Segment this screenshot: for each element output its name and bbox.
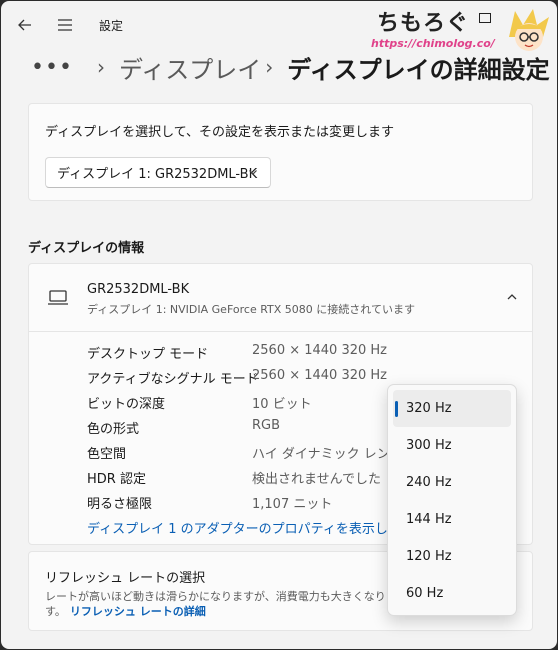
- refresh-option-300[interactable]: 300 Hz: [393, 427, 511, 464]
- property-value: 2560 × 1440 320 Hz: [252, 368, 388, 383]
- title-bar: 設定 ちもろぐ https://chimolog.co/: [1, 1, 557, 51]
- laptop-icon: [48, 290, 68, 305]
- page-title: ディスプレイの詳細設定: [287, 55, 550, 84]
- display-select-card: ディスプレイを選択して、その設定を表示または変更します ディスプレイ 1: GR…: [28, 103, 533, 201]
- property-label: 色の形式: [87, 422, 140, 437]
- display-select-value: ディスプレイ 1: GR2532DML-BK: [57, 167, 258, 182]
- display-select-description: ディスプレイを選択して、その設定を表示または変更します: [45, 125, 395, 140]
- property-value: 2560 × 1440 320 Hz: [252, 343, 388, 358]
- refresh-rate-learn-more-link[interactable]: リフレッシュ レートの詳細: [70, 605, 206, 618]
- chevron-up-icon[interactable]: [506, 291, 518, 303]
- property-value: 1,107 ニット: [252, 497, 333, 512]
- hamburger-icon: [58, 19, 72, 31]
- property-label: 明るさ極限: [87, 497, 153, 512]
- logo-title: ちもろぐ: [377, 11, 470, 36]
- display-select-dropdown[interactable]: ディスプレイ 1: GR2532DML-BK: [45, 157, 271, 188]
- refresh-rate-title: リフレッシュ レートの選択: [45, 571, 206, 586]
- property-row: デスクトップ モード 2560 × 1440 320 Hz: [87, 340, 527, 365]
- display-name: GR2532DML-BK: [87, 282, 190, 297]
- window-title: 設定: [99, 19, 124, 33]
- chevron-right-icon: ›: [265, 55, 274, 79]
- arrow-left-icon: [18, 19, 31, 31]
- chevron-right-icon: ›: [96, 55, 105, 79]
- back-button[interactable]: [13, 13, 37, 37]
- property-value: RGB: [252, 418, 281, 433]
- refresh-option-60[interactable]: 60 Hz: [393, 575, 511, 612]
- refresh-option-144[interactable]: 144 Hz: [393, 501, 511, 538]
- property-label: 色空間: [87, 447, 127, 462]
- refresh-option-320[interactable]: 320 Hz: [393, 390, 511, 427]
- property-label: HDR 認定: [87, 472, 146, 487]
- display-info-header[interactable]: GR2532DML-BK ディスプレイ 1: NVIDIA GeForce RT…: [29, 264, 532, 332]
- property-label: ビットの深度: [87, 397, 166, 412]
- navigation-menu-button[interactable]: [53, 13, 77, 37]
- chevron-down-icon: [249, 170, 257, 175]
- property-label: デスクトップ モード: [87, 347, 209, 362]
- refresh-rate-description-2: す。 リフレッシュ レートの詳細: [45, 603, 206, 619]
- refresh-option-240[interactable]: 240 Hz: [393, 464, 511, 501]
- property-value: 10 ビット: [252, 397, 312, 412]
- refresh-rate-dropdown-list: 320 Hz 300 Hz 240 Hz 144 Hz 120 Hz 60 Hz: [387, 384, 517, 616]
- breadcrumb-item-display[interactable]: ディスプレイ: [119, 50, 261, 85]
- breadcrumb-more-button[interactable]: •••: [31, 55, 73, 80]
- property-value-hdr: 検出されませんでしたHD: [252, 468, 409, 487]
- adapter-properties-link[interactable]: ディスプレイ 1 のアダプターのプロパティを表示します: [87, 518, 414, 537]
- breadcrumb: ••• › ディスプレイ › ディスプレイの詳細設定: [31, 49, 550, 85]
- settings-window: 設定 ちもろぐ https://chimolog.co/ ••• › ディスプレ…: [1, 1, 557, 649]
- refresh-rate-description: レートが高いほど動きは滑らかになりますが、消費電力も大きくなりま: [45, 590, 397, 603]
- property-label: アクティブなシグナル モード: [87, 372, 259, 387]
- section-title-display-info: ディスプレイの情報: [28, 241, 145, 256]
- refresh-rate-description-tail: す。: [45, 605, 66, 618]
- display-connection: ディスプレイ 1: NVIDIA GeForce RTX 5080 に接続されて…: [87, 303, 415, 316]
- hdr-value-text: 検出されませんでした: [252, 472, 381, 487]
- refresh-option-120[interactable]: 120 Hz: [393, 538, 511, 575]
